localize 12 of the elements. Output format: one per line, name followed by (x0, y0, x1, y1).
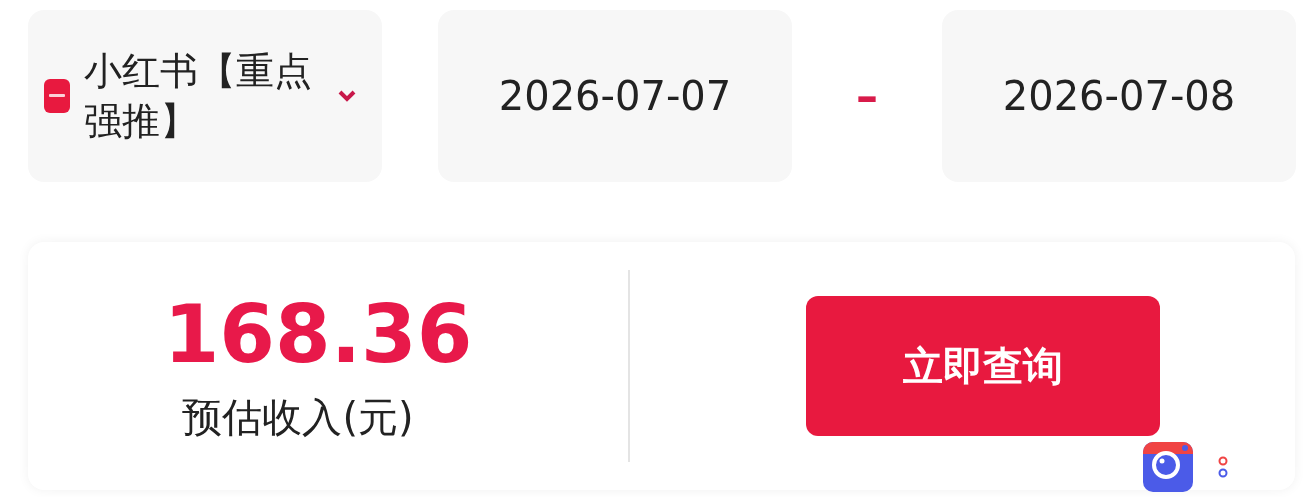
app-logo-icon (44, 79, 70, 113)
platform-select[interactable]: 小红书【重点强推】 (28, 10, 382, 182)
dots-icon[interactable] (1217, 455, 1229, 479)
end-date-field[interactable]: 2026-07-08 (942, 10, 1296, 182)
chevron-down-icon (338, 90, 356, 102)
query-button[interactable]: 立即查询 (805, 296, 1160, 436)
income-label: 预估收入(元) (182, 393, 414, 442)
start-date-field[interactable]: 2026-07-07 (438, 10, 792, 182)
income-amount: 168.36 (163, 287, 473, 383)
date-separator: – (855, 69, 879, 123)
platform-label: 小红书【重点强推】 (84, 48, 313, 145)
camera-icon[interactable] (1143, 442, 1193, 492)
